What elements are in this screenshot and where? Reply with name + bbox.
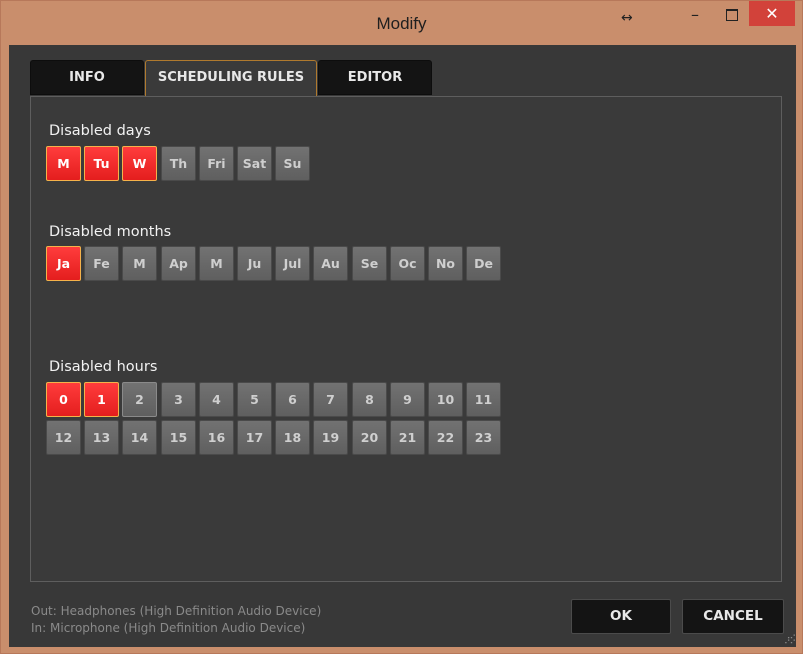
close-button[interactable]: ✕ (749, 1, 795, 26)
month-toggle[interactable]: Au (313, 246, 348, 281)
hour-toggle[interactable]: 21 (390, 420, 425, 455)
hour-toggle[interactable]: 4 (199, 382, 234, 417)
day-toggle[interactable]: M (46, 146, 81, 181)
month-toggle[interactable]: Oc (390, 246, 425, 281)
resize-grip-icon[interactable]: ⠠⠔ ⠔⠔ (784, 633, 796, 647)
month-toggle[interactable]: De (466, 246, 501, 281)
output-device-text: Out: Headphones (High Definition Audio D… (31, 604, 322, 618)
hour-toggle[interactable]: 18 (275, 420, 310, 455)
tab-info[interactable]: INFO (30, 60, 144, 95)
ok-button[interactable]: OK (571, 599, 671, 634)
hour-toggle[interactable]: 5 (237, 382, 272, 417)
month-toggle[interactable]: Jul (275, 246, 310, 281)
hour-toggle[interactable]: 15 (161, 420, 196, 455)
resize-arrows-icon[interactable]: ↔ (621, 10, 633, 26)
hour-toggle[interactable]: 12 (46, 420, 81, 455)
day-toggle[interactable]: Fri (199, 146, 234, 181)
tab-scheduling-rules[interactable]: SCHEDULING RULES (145, 60, 317, 96)
audio-device-status: Out: Headphones (High Definition Audio D… (31, 603, 321, 637)
hour-toggle[interactable]: 9 (390, 382, 425, 417)
hour-toggle[interactable]: 2 (122, 382, 157, 417)
hour-toggle[interactable]: 13 (84, 420, 119, 455)
cancel-button[interactable]: CANCEL (682, 599, 784, 634)
disabled-months-label: Disabled months (49, 224, 172, 240)
hour-toggle[interactable]: 6 (275, 382, 310, 417)
title-bar[interactable]: Modify ↔ – ✕ (1, 1, 802, 45)
hour-toggle[interactable]: 20 (352, 420, 387, 455)
day-toggle[interactable]: Tu (84, 146, 119, 181)
day-toggle[interactable]: Th (161, 146, 196, 181)
maximize-button[interactable] (713, 3, 749, 27)
disabled-days-label: Disabled days (49, 123, 151, 139)
tab-editor[interactable]: EDITOR (318, 60, 432, 95)
minimize-button[interactable]: – (677, 3, 713, 27)
hour-toggle[interactable]: 10 (428, 382, 463, 417)
month-toggle[interactable]: M (122, 246, 157, 281)
month-toggle[interactable]: Ja (46, 246, 81, 281)
modify-window: Modify ↔ – ✕ INFO SCHEDULING RULES EDITO… (0, 0, 803, 654)
month-toggle[interactable]: Se (352, 246, 387, 281)
maximize-icon (726, 9, 738, 21)
hour-toggle[interactable]: 0 (46, 382, 81, 417)
month-toggle[interactable]: No (428, 246, 463, 281)
hour-toggle[interactable]: 14 (122, 420, 157, 455)
day-toggle[interactable]: Su (275, 146, 310, 181)
month-toggle[interactable]: Ap (161, 246, 196, 281)
hour-toggle[interactable]: 11 (466, 382, 501, 417)
hour-toggle[interactable]: 8 (352, 382, 387, 417)
hour-toggle[interactable]: 19 (313, 420, 348, 455)
month-toggle[interactable]: Ju (237, 246, 272, 281)
month-toggle[interactable]: Fe (84, 246, 119, 281)
hour-toggle[interactable]: 17 (237, 420, 272, 455)
hour-toggle[interactable]: 22 (428, 420, 463, 455)
day-toggle[interactable]: Sat (237, 146, 272, 181)
scheduling-rules-panel: Disabled days M Tu W Th Fri Sat Su Disabled mo… (30, 96, 782, 582)
disabled-hours-label: Disabled hours (49, 359, 158, 375)
day-toggle[interactable]: W (122, 146, 157, 181)
hour-toggle[interactable]: 7 (313, 382, 348, 417)
month-toggle[interactable]: M (199, 246, 234, 281)
hour-toggle[interactable]: 1 (84, 382, 119, 417)
dialog-body: INFO SCHEDULING RULES EDITOR Disabled da… (9, 45, 796, 647)
hour-toggle[interactable]: 23 (466, 420, 501, 455)
hour-toggle[interactable]: 3 (161, 382, 196, 417)
hour-toggle[interactable]: 16 (199, 420, 234, 455)
input-device-text: In: Microphone (High Definition Audio De… (31, 621, 306, 635)
